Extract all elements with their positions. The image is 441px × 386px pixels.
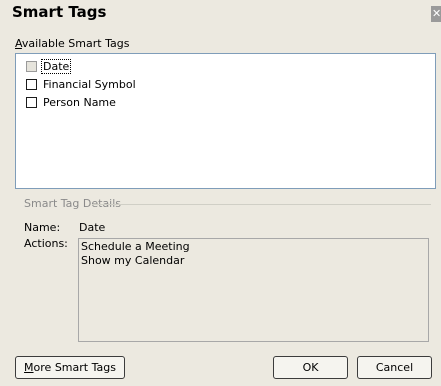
more-smart-tags-button[interactable]: More Smart Tags — [15, 356, 125, 379]
smart-tags-list[interactable]: Date Financial Symbol Person Name — [15, 53, 436, 189]
action-item-show-calendar: Show my Calendar — [81, 254, 185, 267]
actions-list: Schedule a Meeting Show my Calendar — [78, 238, 429, 342]
smart-tags-dialog: Smart Tags ✕ Available Smart Tags Date F… — [0, 0, 441, 386]
name-value: Date — [79, 221, 106, 234]
close-icon: ✕ — [432, 7, 441, 20]
list-item-person-name[interactable]: Person Name — [26, 95, 116, 109]
list-item-financial-symbol[interactable]: Financial Symbol — [26, 77, 136, 91]
person-name-label: Person Name — [43, 95, 116, 109]
financial-symbol-checkbox[interactable] — [26, 78, 37, 90]
cancel-button[interactable]: Cancel — [357, 356, 432, 379]
dialog-title: Smart Tags — [12, 3, 107, 21]
date-label: Date — [41, 58, 72, 74]
person-name-checkbox[interactable] — [26, 96, 37, 108]
list-item-date[interactable]: Date — [26, 58, 72, 74]
ok-button[interactable]: OK — [273, 356, 348, 379]
available-smart-tags-label: Available Smart Tags — [15, 37, 130, 50]
details-divider — [92, 204, 431, 205]
action-item-schedule-meeting: Schedule a Meeting — [81, 240, 190, 253]
name-label: Name: — [24, 221, 61, 234]
close-button[interactable]: ✕ — [431, 6, 441, 22]
financial-symbol-label: Financial Symbol — [43, 77, 136, 91]
actions-label: Actions: — [24, 237, 68, 250]
date-checkbox[interactable] — [26, 60, 37, 72]
title-bar[interactable]: Smart Tags ✕ — [0, 0, 441, 30]
